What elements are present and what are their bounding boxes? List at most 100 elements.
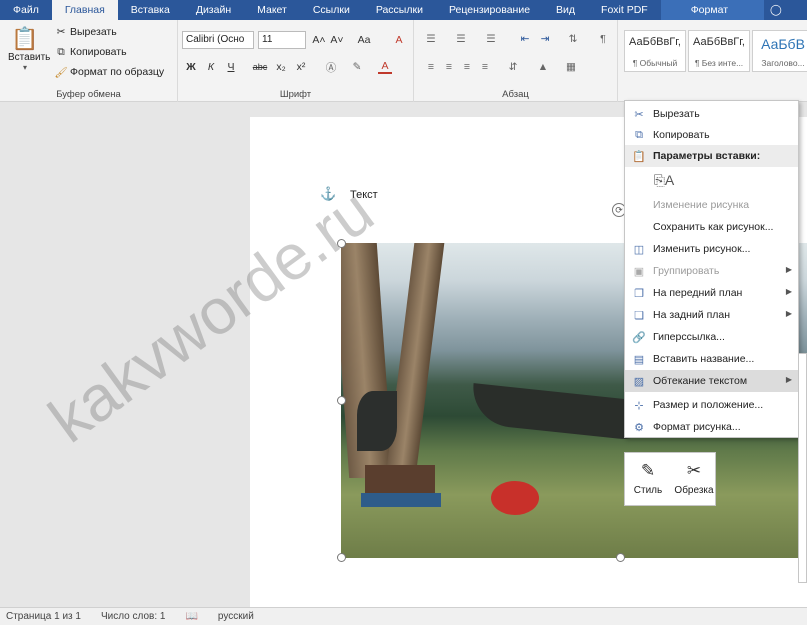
clipboard-group: 📋 Вставить ▾ ✂ Вырезать ⧉ Копировать 🖌 Ф…: [0, 20, 178, 102]
bullets-icon[interactable]: ☰: [424, 32, 438, 46]
wrap-text-icon: ▨: [633, 375, 645, 388]
tab-file[interactable]: Файл: [0, 0, 52, 20]
resize-handle[interactable]: [337, 553, 346, 562]
menu-item-label: Группировать: [653, 265, 720, 277]
style-normal[interactable]: АаБбВвГг, ¶ Обычный: [624, 30, 686, 72]
font-color-icon[interactable]: A: [378, 60, 392, 74]
menu-item-size-position[interactable]: ⊹ Размер и положение...: [625, 394, 798, 416]
decrease-indent-icon[interactable]: ⇤: [518, 32, 532, 46]
copy-button[interactable]: Копировать: [70, 46, 127, 58]
language[interactable]: русский: [218, 611, 254, 622]
tree-trunk: [383, 243, 445, 493]
menu-item-copy[interactable]: ⧉ Копировать: [625, 124, 798, 146]
lightbulb-icon[interactable]: ◯: [764, 0, 788, 20]
paste-keep-text-icon[interactable]: ⎘A: [653, 169, 675, 191]
word-count[interactable]: Число слов: 1: [101, 611, 165, 622]
tab-references[interactable]: Ссылки: [300, 0, 363, 20]
document-text[interactable]: Текст: [350, 189, 378, 201]
menu-item-wrap-text[interactable]: ▨ Обтекание текстом ▶: [625, 370, 798, 392]
menu-item-hyperlink[interactable]: 🔗 Гиперссылка...: [625, 326, 798, 348]
text-effects-icon[interactable]: Ⓐ: [324, 60, 338, 74]
line-spacing-icon[interactable]: ⇵: [506, 60, 520, 74]
bag: [365, 465, 435, 493]
shrink-font-button[interactable]: A˅: [330, 33, 344, 47]
style-heading[interactable]: АаБбВ Заголово...: [752, 30, 807, 72]
tab-view[interactable]: Вид: [543, 0, 588, 20]
menu-item-cut[interactable]: ✂ Вырезать: [625, 103, 798, 125]
font-name-combo[interactable]: Calibri (Осно: [182, 31, 254, 49]
menu-item-label: Вставить название...: [653, 353, 755, 365]
ribbon: 📋 Вставить ▾ ✂ Вырезать ⧉ Копировать 🖌 Ф…: [0, 20, 807, 102]
justify-icon[interactable]: ≡: [478, 60, 492, 74]
size-icon: ⊹: [634, 399, 644, 412]
grow-font-button[interactable]: A˄: [312, 33, 326, 47]
change-picture-icon: ◫: [633, 243, 645, 256]
wrap-text-submenu[interactable]: [798, 353, 807, 583]
page-count[interactable]: Страница 1 из 1: [6, 611, 81, 622]
caption-icon: ▤: [633, 353, 645, 366]
menu-item-format-picture[interactable]: ⚙ Формат рисунка...: [625, 416, 798, 438]
hammock: [357, 391, 397, 451]
style-button[interactable]: ✎ Стиль: [625, 453, 671, 507]
font-size-combo[interactable]: 11: [258, 31, 306, 49]
align-left-icon[interactable]: ≡: [424, 60, 438, 74]
menu-item-insert-caption[interactable]: ▤ Вставить название...: [625, 348, 798, 370]
paste-button[interactable]: 📋 Вставить ▾: [8, 26, 50, 84]
increase-indent-icon[interactable]: ⇥: [538, 32, 552, 46]
format-painter-button[interactable]: Формат по образцу: [70, 66, 164, 78]
change-case-button[interactable]: Aa: [354, 33, 374, 47]
align-right-icon[interactable]: ≡: [460, 60, 474, 74]
tab-design[interactable]: Дизайн: [183, 0, 244, 20]
pilcrow-icon[interactable]: ¶: [596, 32, 610, 46]
menu-item-label: На задний план: [653, 309, 731, 321]
menu-item-bring-forward[interactable]: ❐ На передний план ▶: [625, 282, 798, 304]
strikethrough-button[interactable]: abc: [250, 60, 270, 74]
tab-home[interactable]: Главная: [51, 0, 118, 20]
tab-mailings[interactable]: Рассылки: [363, 0, 436, 20]
numbering-icon[interactable]: ☰: [454, 32, 468, 46]
superscript-button[interactable]: x²: [294, 60, 308, 74]
group-icon: ▣: [633, 265, 645, 278]
tab-foxit-pdf[interactable]: Foxit PDF: [588, 0, 661, 20]
chevron-down-icon: ▾: [22, 63, 27, 72]
underline-button[interactable]: Ч: [224, 60, 238, 74]
style-name: ¶ Обычный: [632, 58, 678, 68]
multilevel-list-icon[interactable]: ☰: [484, 32, 498, 46]
shading-icon[interactable]: ▲: [536, 60, 550, 74]
subscript-button[interactable]: x₂: [274, 60, 288, 74]
style-no-spacing[interactable]: АаБбВвГг, ¶ Без инте...: [688, 30, 750, 72]
crop-icon: ✂: [686, 461, 702, 480]
sort-icon[interactable]: ⇅: [566, 32, 580, 46]
style-sample: АаБбВвГг,: [693, 36, 745, 48]
tab-format[interactable]: Формат: [660, 0, 765, 20]
highlight-icon[interactable]: ✎: [350, 60, 364, 74]
proofing-icon[interactable]: 📖: [185, 611, 197, 622]
styles-group: АаБбВвГг, ¶ Обычный АаБбВвГг, ¶ Без инте…: [618, 20, 807, 102]
resize-handle[interactable]: [337, 396, 346, 405]
clear-format-button[interactable]: A: [392, 33, 406, 47]
cut-button[interactable]: Вырезать: [70, 26, 117, 38]
resize-handle[interactable]: [616, 553, 625, 562]
menu-item-save-as-picture[interactable]: Сохранить как рисунок...: [625, 216, 798, 238]
menu-item-send-backward[interactable]: ❏ На задний план ▶: [625, 304, 798, 326]
tab-review[interactable]: Рецензирование: [436, 0, 543, 20]
tab-insert[interactable]: Вставка: [118, 0, 183, 20]
mini-toolbar: ✎ Стиль ✂ Обрезка: [624, 452, 716, 506]
tab-layout[interactable]: Макет: [244, 0, 300, 20]
bold-button[interactable]: Ж: [184, 60, 198, 74]
paragraph-group: ☰ ☰ ☰ ⇤ ⇥ ⇅ ¶ ≡ ≡ ≡ ≡ ⇵ ▲ ▦ Абзац: [414, 20, 618, 102]
resize-handle[interactable]: [337, 239, 346, 248]
paste-icon: 📋: [11, 26, 39, 51]
ribbon-tabs: Файл Главная Вставка Дизайн Макет Ссылки…: [0, 0, 807, 20]
status-bar: Страница 1 из 1 Число слов: 1 📖 русский: [0, 607, 807, 625]
menu-item-label: Изменить рисунок...: [653, 243, 751, 255]
menu-item-change-picture-header: Изменение рисунка: [625, 194, 798, 216]
crop-button[interactable]: ✂ Обрезка: [671, 453, 717, 507]
borders-icon[interactable]: ▦: [564, 60, 578, 74]
chevron-right-icon: ▶: [785, 287, 792, 296]
italic-button[interactable]: К: [204, 60, 218, 74]
align-center-icon[interactable]: ≡: [442, 60, 456, 74]
tarp: [361, 493, 441, 507]
scissors-icon: ✂: [56, 26, 66, 38]
menu-item-change-picture[interactable]: ◫ Изменить рисунок...: [625, 238, 798, 260]
